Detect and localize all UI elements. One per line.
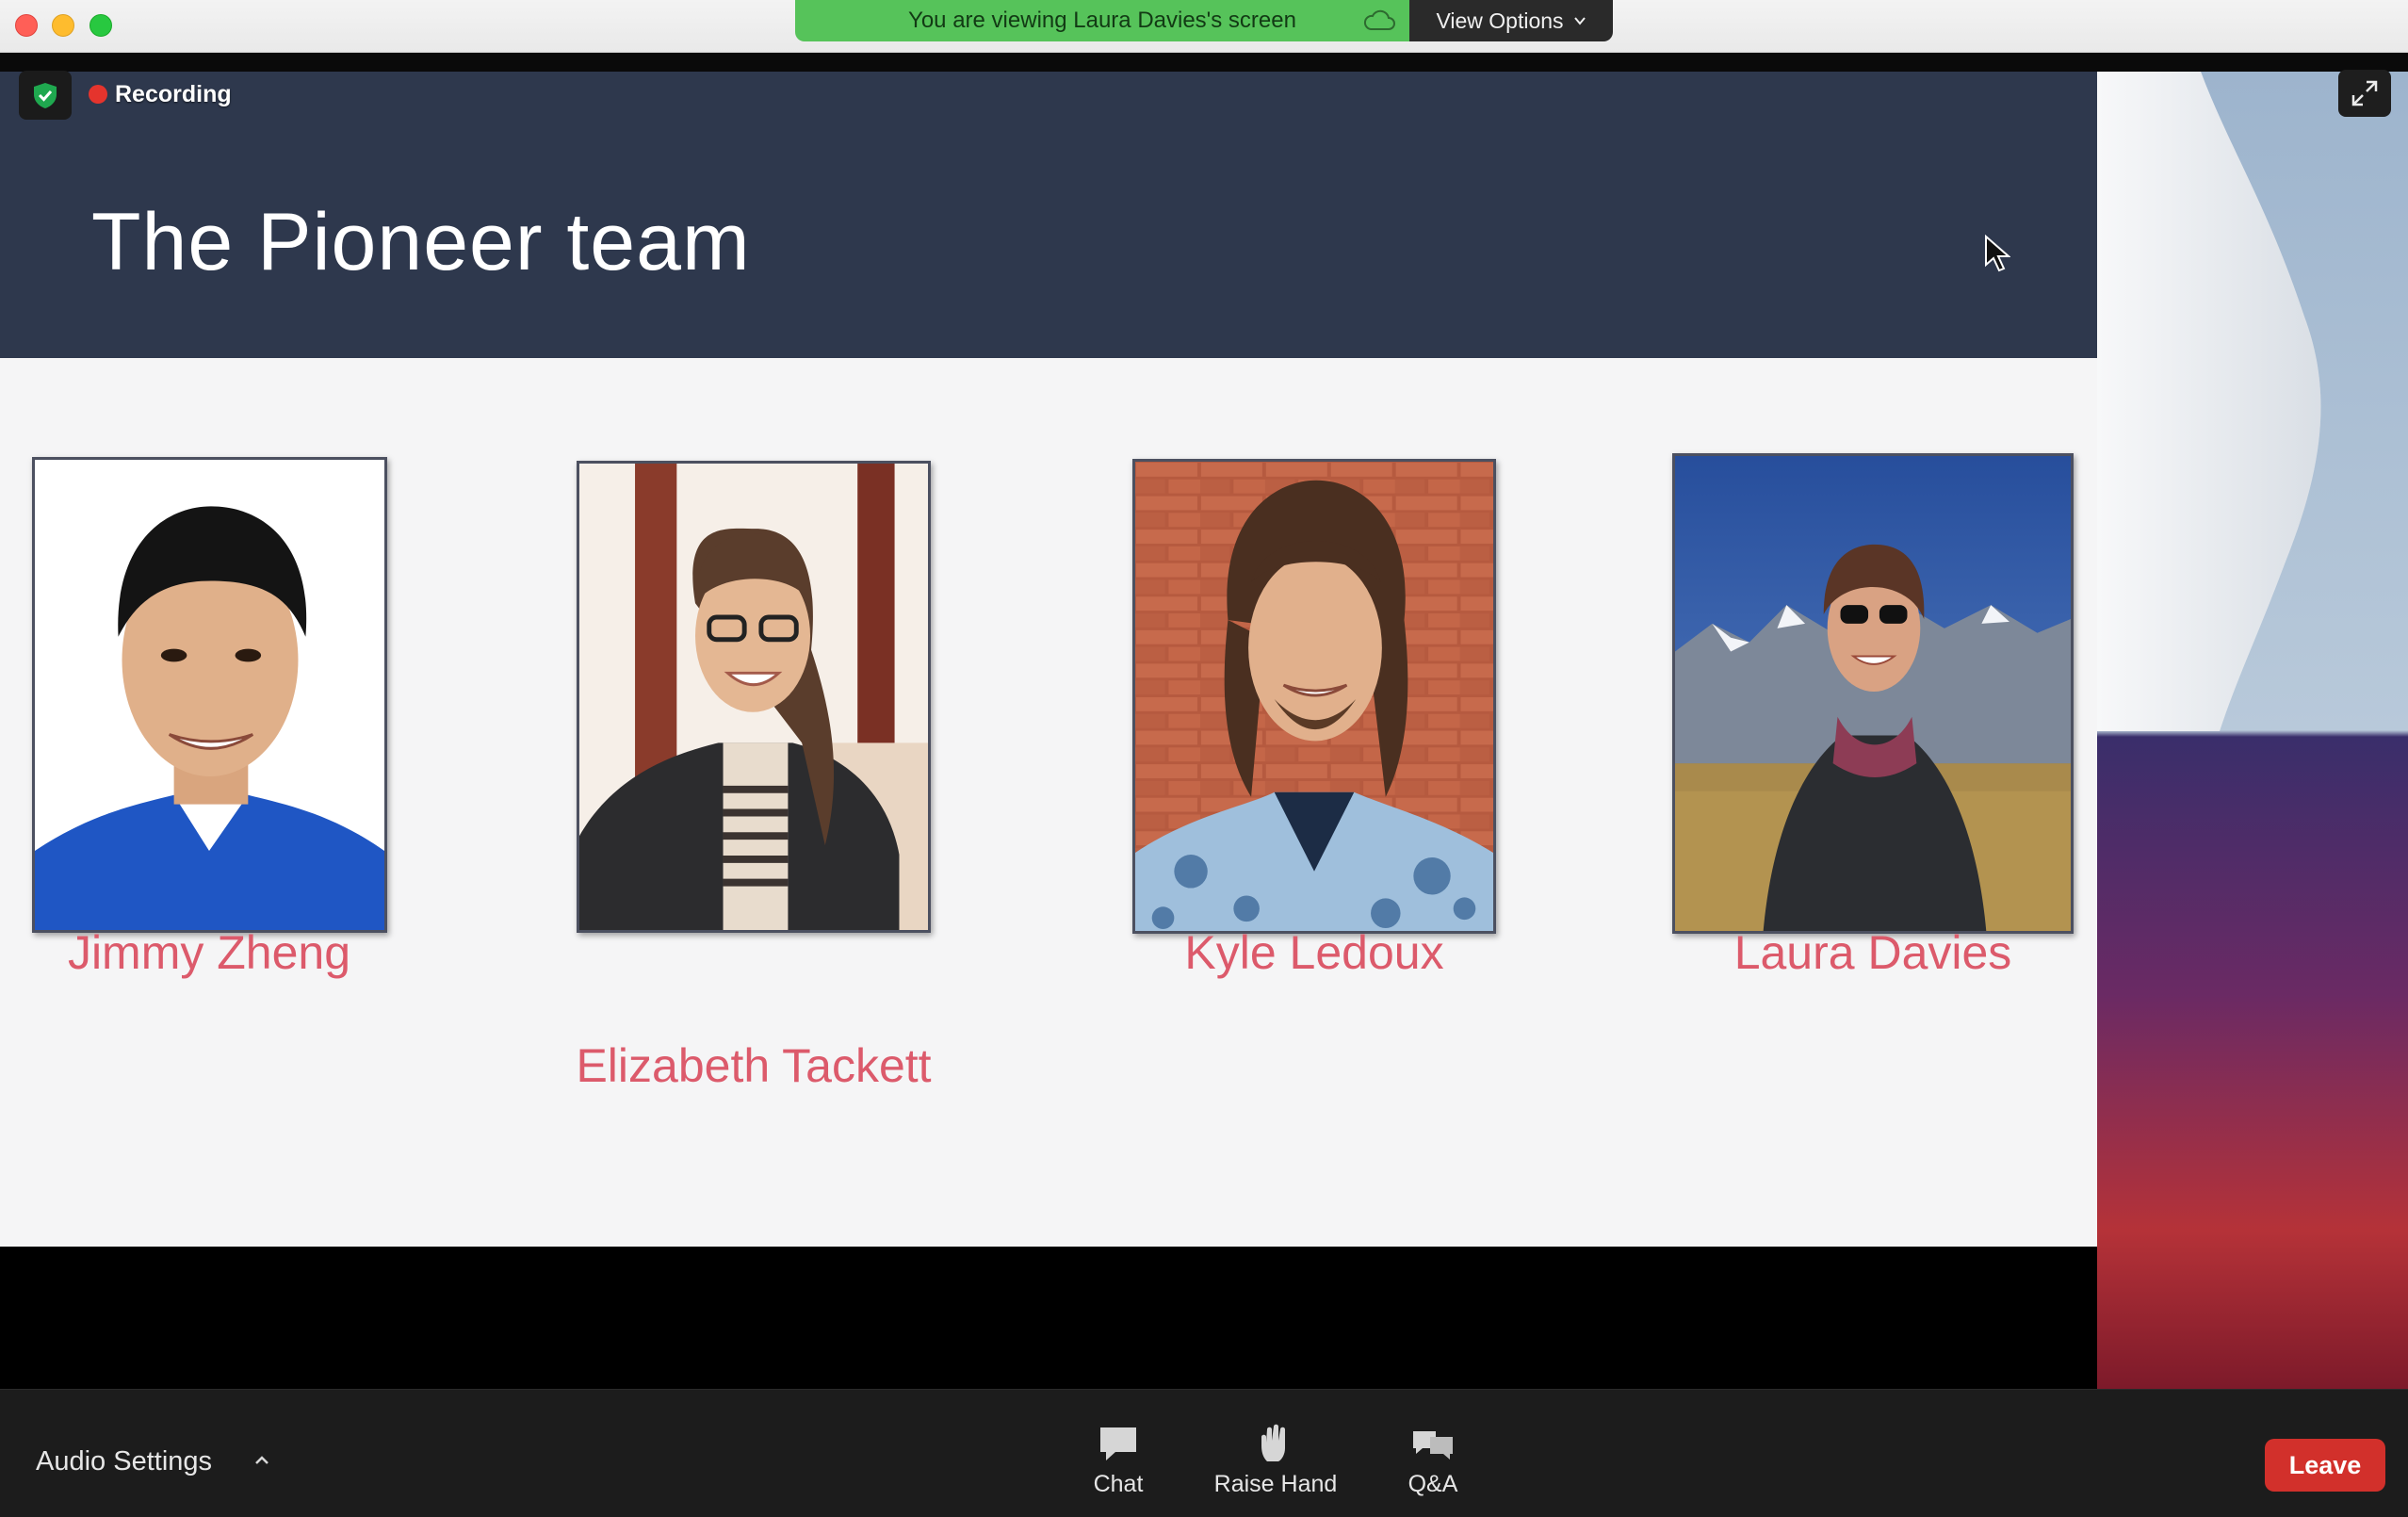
view-options-button[interactable]: View Options <box>1409 0 1613 41</box>
screen-share-banner: You are viewing Laura Davies's screen <box>795 0 1409 41</box>
chevron-down-icon <box>1573 17 1586 25</box>
chevron-up-icon[interactable] <box>252 1454 271 1467</box>
window-close-button[interactable] <box>15 14 38 37</box>
window-minimize-button[interactable] <box>52 14 74 37</box>
recording-indicator[interactable]: Recording <box>89 77 232 111</box>
shield-check-icon <box>34 83 57 108</box>
person-photo-kyle-ledoux <box>1132 459 1496 934</box>
fullscreen-button[interactable] <box>2338 70 2391 117</box>
raise-hand-icon <box>1261 1424 1285 1461</box>
desktop-wallpaper <box>2097 72 2408 1389</box>
presentation-slide: The Pioneer team Jimmy Zheng Elizabeth T… <box>0 72 2097 1247</box>
recording-label: Recording <box>115 80 232 107</box>
qa-icon <box>1413 1431 1453 1460</box>
cloud-icon <box>1363 9 1395 30</box>
cursor-icon <box>1985 235 2010 272</box>
qa-label: Q&A <box>1407 1471 1458 1497</box>
security-badge[interactable] <box>19 71 72 120</box>
chat-icon <box>1100 1427 1136 1460</box>
slide-title: The Pioneer team <box>91 197 751 287</box>
audio-settings-button[interactable]: Audio Settings <box>36 1446 212 1477</box>
chat-button[interactable]: Chat <box>1033 1424 1203 1514</box>
raise-hand-label: Raise Hand <box>1213 1471 1338 1497</box>
meeting-toolbar: Audio Settings Chat Raise Hand Q&A Leave <box>0 1389 2408 1517</box>
recording-dot-icon <box>89 85 107 104</box>
view-options-label: View Options <box>1436 8 1564 33</box>
chat-label: Chat <box>1093 1471 1144 1497</box>
qa-button[interactable]: Q&A <box>1348 1424 1518 1514</box>
person-name-kyle-ledoux: Kyle Ledoux <box>1184 926 1444 979</box>
person-photo-jimmy-zheng <box>32 457 387 933</box>
person-name-elizabeth-tackett: Elizabeth Tackett <box>576 1039 932 1092</box>
expand-icon <box>2351 80 2378 106</box>
shared-screen: The Pioneer team Jimmy Zheng Elizabeth T… <box>0 72 2097 1389</box>
share-banner-text: You are viewing Laura Davies's screen <box>908 8 1296 33</box>
raise-hand-button[interactable]: Raise Hand <box>1191 1424 1360 1514</box>
person-name-jimmy-zheng: Jimmy Zheng <box>67 926 351 979</box>
person-photo-elizabeth-tackett <box>577 461 931 933</box>
person-name-laura-davies: Laura Davies <box>1733 926 2012 979</box>
window-maximize-button[interactable] <box>89 14 112 37</box>
leave-button[interactable]: Leave <box>2265 1439 2385 1492</box>
person-photo-laura-davies <box>1672 453 2074 934</box>
slide-header: The Pioneer team <box>0 72 2097 358</box>
